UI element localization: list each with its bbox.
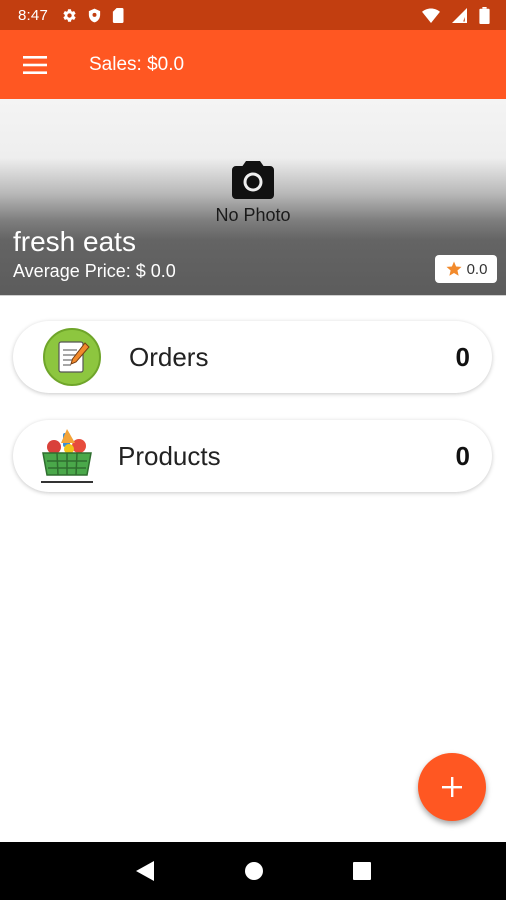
products-card[interactable]: Products 0	[13, 420, 492, 492]
sd-card-icon	[112, 7, 124, 23]
grocery-basket-icon	[41, 429, 93, 483]
no-photo-text: No Photo	[215, 205, 291, 225]
rating-badge[interactable]: 0.0	[435, 255, 497, 283]
average-price: Average Price: $ 0.0	[13, 261, 176, 281]
recents-icon[interactable]	[353, 862, 372, 880]
add-button[interactable]	[418, 753, 486, 821]
store-header[interactable]: No Photo fresh eats Average Price: $ 0.0…	[0, 99, 506, 296]
battery-icon	[479, 6, 490, 24]
status-bar: 8:47	[0, 0, 506, 30]
settings-gear-icon	[63, 8, 76, 22]
menu-hamburger-icon	[23, 55, 47, 74]
camera-icon	[232, 161, 274, 199]
star-icon	[446, 261, 462, 276]
cell-signal-icon	[452, 7, 467, 23]
orders-label: Orders	[129, 341, 209, 372]
wifi-icon	[422, 7, 440, 23]
app-bar: Sales: $0.0	[0, 30, 506, 99]
status-time: 8:47	[18, 6, 48, 24]
menu-button[interactable]	[0, 30, 70, 99]
sales-title: Sales: $0.0	[89, 53, 185, 75]
store-name: fresh eats	[13, 226, 136, 257]
orders-notepad-icon	[43, 328, 101, 386]
home-icon[interactable]	[244, 861, 264, 881]
rating-value: 0.0	[466, 260, 488, 278]
system-nav-bar	[0, 842, 506, 900]
back-icon[interactable]	[135, 860, 155, 882]
orders-card[interactable]: Orders 0	[13, 321, 492, 393]
products-count: 0	[455, 440, 470, 471]
store-photo-placeholder[interactable]: No Photo	[210, 161, 296, 226]
products-label: Products	[118, 440, 221, 471]
plus-icon	[442, 777, 462, 797]
orders-count: 0	[455, 341, 470, 372]
shield-icon	[88, 8, 101, 22]
